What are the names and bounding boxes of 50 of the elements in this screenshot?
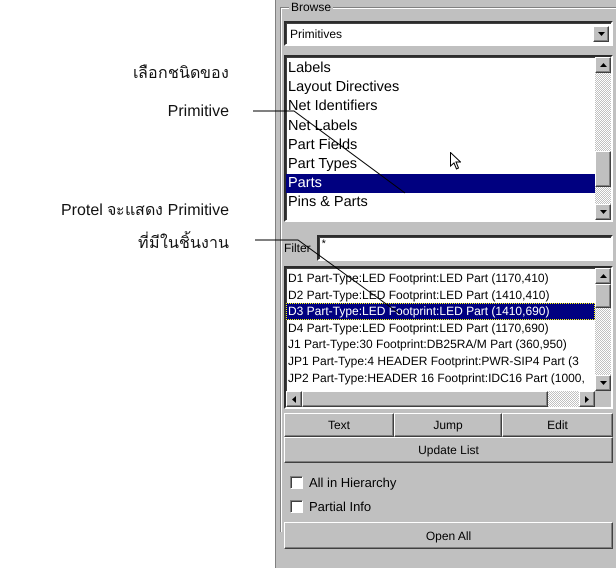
list-item[interactable]: Part Types [286, 154, 595, 174]
scroll-up-button[interactable] [595, 57, 611, 73]
left-arrow-icon [292, 396, 296, 402]
vertical-scrollbar[interactable] [595, 57, 611, 220]
list-item[interactable]: Layout Directives [286, 78, 595, 98]
list-item[interactable]: Labels [286, 59, 595, 78]
list-item[interactable]: Net Identifiers [286, 97, 595, 117]
down-arrow-icon [600, 210, 606, 214]
checkbox-label: Partial Info [309, 499, 372, 514]
list-item[interactable]: Net Labels [286, 116, 595, 136]
annotation-text: Primitive [168, 102, 229, 122]
right-arrow-icon [585, 396, 589, 402]
caret-icon [598, 32, 604, 36]
scrollbar-thumb[interactable] [302, 391, 548, 407]
filter-label: Filter [284, 241, 311, 255]
checkbox[interactable] [290, 500, 303, 513]
group-title: Browse [289, 0, 334, 14]
list-item[interactable]: Parts [286, 174, 595, 194]
up-arrow-icon [600, 274, 606, 278]
action-button[interactable]: Jump [394, 413, 502, 437]
scrollbar-thumb[interactable] [595, 284, 611, 308]
annotation-text: Protel จะแสดง Primitive [60, 201, 229, 221]
scroll-up-button[interactable] [595, 268, 611, 284]
action-button[interactable]: Text [284, 413, 394, 437]
scroll-left-button[interactable] [286, 391, 302, 407]
list-item[interactable]: J1 Part-Type:30 Footprint:DB25RA/M Part (360,950) [286, 336, 595, 353]
scroll-right-button[interactable] [579, 391, 595, 407]
list-item[interactable]: D4 Part-Type:LED Footprint:LED Part (1170,690) [286, 320, 595, 336]
scrollbar-corner [595, 391, 611, 407]
list-item[interactable]: JP2 Part-Type:HEADER 16 Footprint:IDC16 Part (1000, [286, 370, 595, 386]
action-button[interactable]: Edit [502, 413, 613, 437]
checkbox[interactable] [290, 476, 303, 489]
checkbox-label: All in Hierarchy [309, 475, 396, 490]
filter-field[interactable]: * [316, 235, 613, 261]
update-list-button[interactable]: Update List [284, 437, 613, 463]
down-arrow-icon [600, 381, 606, 385]
scroll-down-button[interactable] [595, 204, 611, 220]
vertical-scrollbar[interactable] [595, 268, 611, 391]
list-item[interactable]: Pins & Parts [286, 193, 595, 212]
dropdown-button[interactable] [593, 26, 609, 42]
scroll-down-button[interactable] [595, 375, 611, 391]
open-all-button[interactable]: Open All [284, 522, 613, 549]
scrollbar-thumb[interactable] [595, 151, 611, 187]
list-item[interactable]: D3 Part-Type:LED Footprint:LED Part (1410,690) [286, 303, 595, 320]
annotation-text: เลือกชนิดของ [133, 64, 229, 84]
cursor-icon [450, 152, 461, 170]
type-dropdown[interactable]: Primitives [284, 21, 613, 46]
up-arrow-icon [600, 63, 606, 67]
horizontal-scrollbar[interactable] [286, 391, 611, 407]
list-item[interactable]: JP1 Part-Type:4 HEADER Footprint:PWR-SIP4 Part (3 [286, 352, 595, 370]
